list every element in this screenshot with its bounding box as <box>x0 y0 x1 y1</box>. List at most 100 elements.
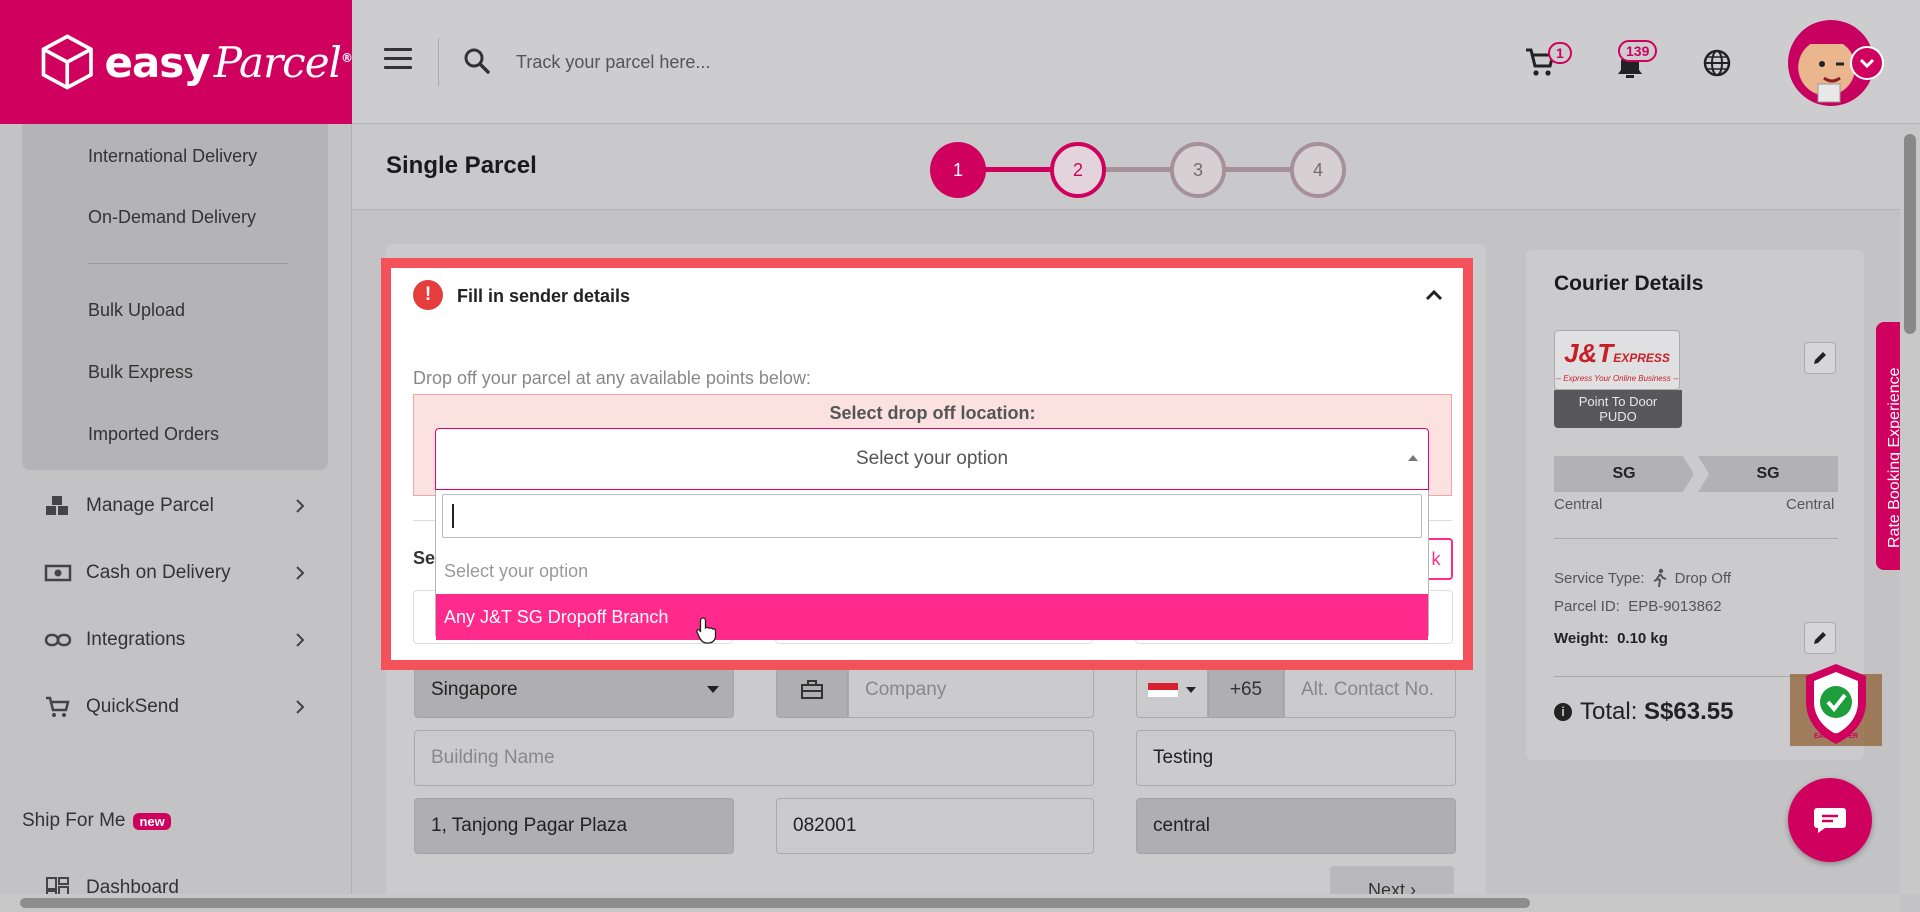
alt-contact-input[interactable]: Alt. Contact No. <box>1284 662 1456 718</box>
cash-icon <box>44 564 72 582</box>
dropoff-label: Select drop off location: <box>829 403 1036 423</box>
boxes-icon <box>46 496 68 515</box>
service-chip: Point To Door PUDO <box>1554 390 1682 428</box>
sidebar-item-quicksend[interactable]: QuickSend <box>44 687 308 727</box>
sidebar-item-bulk-upload[interactable]: Bulk Upload <box>88 300 185 321</box>
singapore-flag-icon <box>1148 683 1178 697</box>
postcode-input[interactable]: 082001 <box>776 798 1094 854</box>
easycover-label: EASYCOVER <box>1814 733 1858 740</box>
menu-label: Integrations <box>86 629 186 650</box>
origin-region: Central <box>1554 496 1603 513</box>
step-3[interactable]: 3 <box>1170 142 1226 198</box>
service-type: Service Type: Drop Off <box>1554 568 1732 588</box>
brand-name: easyParcel® <box>104 37 353 87</box>
address-input[interactable]: 1, Tanjong Pagar Plaza <box>414 798 734 854</box>
sender-details-panel: ! Fill in sender details Drop off your p… <box>381 258 1473 670</box>
menu-icon[interactable] <box>384 48 412 72</box>
sidebar-item-imported-orders[interactable]: Imported Orders <box>88 424 219 445</box>
cart-count-badge: 1 <box>1548 42 1572 64</box>
menu-label: Cash on Delivery <box>86 562 231 583</box>
submenu-divider <box>88 263 288 264</box>
dropoff-options-dropdown: Select your option Any J&T SG Dropoff Br… <box>435 490 1429 640</box>
vertical-scrollbar[interactable] <box>1900 124 1920 894</box>
sidebar-border <box>351 124 352 912</box>
parcel-weight: Weight: 0.10 kg <box>1554 630 1668 647</box>
chat-icon <box>1814 808 1846 833</box>
horizontal-scrollbar[interactable] <box>0 894 1900 912</box>
hand-cursor-icon <box>696 617 717 644</box>
caret-down-icon <box>707 686 719 693</box>
cube-logo-icon <box>41 34 93 90</box>
sidebar-item-bulk-express[interactable]: Bulk Express <box>88 362 193 383</box>
destination-region: Central <box>1786 496 1835 513</box>
dropdown-option-jt-sg-dropoff[interactable]: Any J&T SG Dropoff Branch <box>436 594 1428 640</box>
step-2[interactable]: 2 <box>1050 142 1106 198</box>
notification-count-badge: 139 <box>1618 40 1658 62</box>
dropdown-search-input[interactable] <box>442 494 1422 538</box>
card-divider <box>1554 538 1838 539</box>
phone-prefix: +65 <box>1208 662 1284 718</box>
sender-name-input[interactable]: Testing <box>1136 730 1456 786</box>
route-indicator: SG SG <box>1554 456 1838 492</box>
sidebar-item-on-demand-delivery[interactable]: On-Demand Delivery <box>88 207 256 228</box>
chat-button[interactable] <box>1788 778 1872 862</box>
top-bar <box>352 0 1920 124</box>
pencil-icon <box>1814 352 1826 364</box>
chevron-right-icon <box>296 566 305 580</box>
dropoff-location-select[interactable]: Select your option <box>435 428 1429 490</box>
edit-courier-button[interactable] <box>1804 342 1836 374</box>
sidebar-section-ship-for-me: Ship For Me new <box>22 810 171 832</box>
destination-country: SG <box>1698 456 1838 492</box>
jt-express-logo: J&TEXPRESS -- Express Your Online Busine… <box>1554 330 1680 390</box>
easycover-badge[interactable]: EASYCOVER <box>1788 662 1884 752</box>
building-name-input[interactable]: Building Name <box>414 730 1094 786</box>
globe-icon[interactable] <box>1702 48 1732 78</box>
sidebar-item-international-delivery[interactable]: International Delivery <box>88 146 257 167</box>
chevron-right-icon <box>296 700 305 714</box>
parcel-id: Parcel ID: EPB-9013862 <box>1554 598 1722 615</box>
brand-logo[interactable]: easyParcel® <box>0 0 353 124</box>
dropdown-option-placeholder[interactable]: Select your option <box>436 548 1428 594</box>
caret-down-icon <box>1186 687 1196 693</box>
chevron-down-icon <box>1859 58 1875 69</box>
edit-parcel-button[interactable] <box>1804 622 1836 654</box>
company-input[interactable]: Company <box>848 662 1094 718</box>
sidebar-item-integrations[interactable]: Integrations <box>44 620 308 660</box>
sidebar: International Delivery On-Demand Deliver… <box>0 124 352 912</box>
menu-label: QuickSend <box>86 696 179 717</box>
search-icon[interactable] <box>462 46 492 76</box>
region-input[interactable]: central <box>1136 798 1456 854</box>
pencil-icon <box>1814 632 1826 644</box>
scrollbar-thumb[interactable] <box>20 898 1530 908</box>
phone-country-select[interactable] <box>1136 662 1208 718</box>
sidebar-item-cash-on-delivery[interactable]: Cash on Delivery <box>44 553 308 593</box>
country-select[interactable]: Singapore <box>414 662 734 718</box>
chevron-right-icon <box>296 633 305 647</box>
track-parcel-input[interactable] <box>516 44 1016 80</box>
scrollbar-thumb[interactable] <box>1904 134 1916 334</box>
info-icon[interactable]: i <box>1554 703 1572 721</box>
walking-icon <box>1653 568 1666 588</box>
sidebar-item-manage-parcel[interactable]: Manage Parcel <box>44 486 308 526</box>
briefcase-icon <box>801 680 823 699</box>
chevron-right-icon <box>296 499 305 513</box>
company-prefix <box>776 662 848 718</box>
page-title: Single Parcel <box>386 152 537 179</box>
sender-section-title: Fill in sender details <box>457 286 631 306</box>
profile-dropdown-button[interactable] <box>1850 46 1884 80</box>
dropoff-hint: Drop off your parcel at any available po… <box>413 368 811 388</box>
step-4[interactable]: 4 <box>1290 142 1346 198</box>
partial-section-label: Se <box>413 548 436 568</box>
header-divider <box>438 38 439 86</box>
menu-label: Manage Parcel <box>86 495 214 516</box>
caret-up-icon <box>1408 455 1418 461</box>
origin-country: SG <box>1554 456 1694 492</box>
total-price: i Total: S$63.55 <box>1554 698 1733 726</box>
chevron-up-icon[interactable] <box>1423 284 1445 306</box>
new-badge: new <box>133 812 171 830</box>
text-cursor <box>452 504 454 528</box>
link-icon <box>44 633 72 647</box>
cart-add-icon <box>46 696 70 717</box>
step-1[interactable]: 1 <box>930 142 986 198</box>
courier-card-title: Courier Details <box>1554 272 1704 295</box>
